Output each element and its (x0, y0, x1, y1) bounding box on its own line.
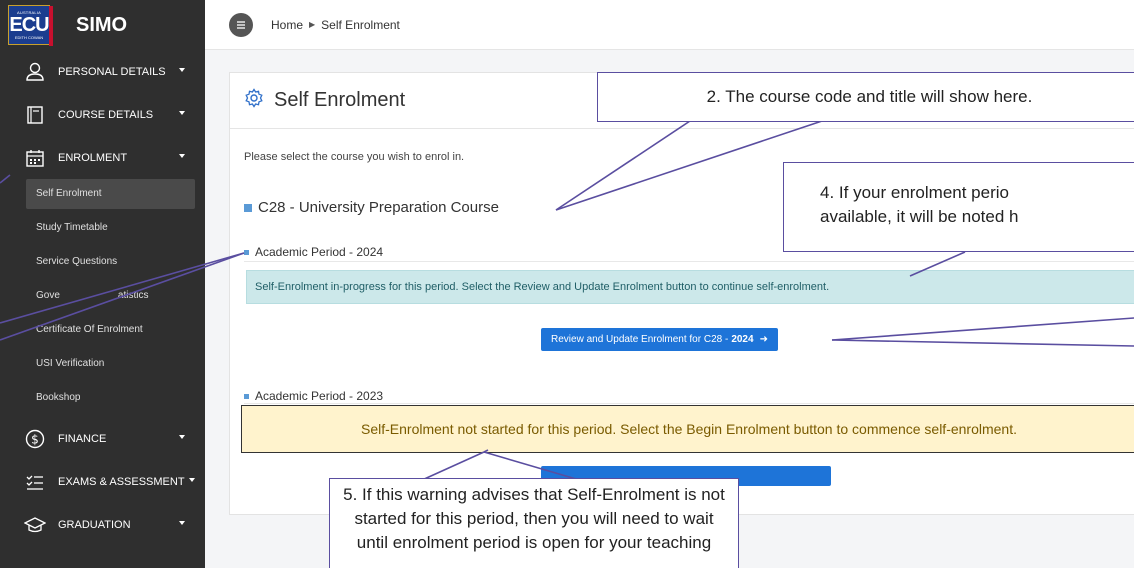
intro-text: Please select the course you wish to enr… (244, 151, 465, 163)
breadcrumb-home[interactable]: Home (271, 18, 303, 32)
graduation-cap-icon (24, 514, 46, 536)
gear-icon (244, 88, 264, 113)
nav-enrolment[interactable]: ENROLMENT (0, 136, 205, 179)
nav-graduation[interactable]: GRADUATION (0, 503, 205, 546)
caret-down-icon (179, 111, 185, 115)
brand-title: SIMO (76, 13, 128, 36)
self-enrolment-card: Self Enrolment Please select the course … (229, 72, 1134, 515)
sidebar-item-government-statistics[interactable]: Gove atistics (0, 281, 205, 311)
nav-label: PERSONAL DETAILS (58, 65, 166, 78)
dollar-icon: $ (24, 428, 46, 450)
nav-finance[interactable]: $ FINANCE (0, 417, 205, 460)
sidebar-item-service-questions[interactable]: Service Questions (0, 247, 205, 277)
breadcrumb-separator-icon: ▶ (309, 20, 316, 29)
caret-down-icon (179, 435, 185, 439)
bullet-square-icon (244, 203, 252, 212)
period-heading-2024: Academic Period - 2024 (244, 245, 383, 259)
page-title: Self Enrolment (274, 89, 406, 111)
ecu-logo: AUSTRALIA ECU EDITH COWAN (8, 5, 53, 46)
nav-label: EXAMS & ASSESSMENT (58, 475, 185, 488)
nav-personal-details[interactable]: PERSONAL DETAILS (0, 50, 205, 93)
course-heading: C28 - University Preparation Course (244, 199, 499, 216)
review-update-enrolment-button[interactable]: Review and Update Enrolment for C28 - 20… (541, 328, 778, 351)
sidebar: AUSTRALIA ECU EDITH COWAN SIMO PERSONAL … (0, 0, 205, 568)
nav-exams[interactable]: EXAMS & ASSESSMENT (0, 460, 205, 503)
sidebar-item-self-enrolment[interactable]: Self Enrolment (26, 179, 195, 209)
callout-warning-advice: 5. If this warning advises that Self-Enr… (329, 478, 739, 568)
period-heading-2023: Academic Period - 2023 (244, 389, 383, 403)
nav-label: COURSE DETAILS (58, 108, 154, 121)
info-alert-2024: Self-Enrolment in-progress for this peri… (246, 270, 1134, 304)
sidebar-item-bookshop[interactable]: Bookshop (0, 383, 205, 413)
person-icon (24, 61, 46, 83)
nav-label: ENROLMENT (58, 151, 128, 164)
nav-label: FINANCE (58, 432, 107, 445)
breadcrumb-current: Self Enrolment (321, 17, 400, 32)
bullet-square-icon (244, 249, 249, 255)
nav-label: GRADUATION (58, 518, 131, 531)
caret-down-icon (179, 521, 185, 525)
arrow-right-icon: ➜ (759, 334, 768, 345)
bullet-square-icon (244, 393, 249, 399)
menu-toggle-button[interactable] (229, 12, 253, 37)
caret-down-icon (189, 478, 195, 482)
sidebar-item-usi-verification[interactable]: USI Verification (0, 349, 205, 379)
sidebar-item-study-timetable[interactable]: Study Timetable (0, 213, 205, 243)
brand: AUSTRALIA ECU EDITH COWAN SIMO (0, 0, 205, 50)
caret-down-icon (179, 68, 185, 72)
checklist-icon (24, 471, 46, 493)
calendar-icon (24, 147, 46, 169)
caret-down-icon (179, 154, 185, 158)
hamburger-icon (237, 20, 245, 29)
book-icon (24, 104, 46, 126)
callout-course-code: 2. The course code and title will show h… (597, 72, 1134, 122)
nav-course-details[interactable]: COURSE DETAILS (0, 93, 205, 136)
warning-alert-2023: Self-Enrolment not started for this peri… (241, 405, 1134, 453)
sidebar-item-certificate[interactable]: Certificate Of Enrolment (0, 315, 205, 345)
svg-text:$: $ (31, 432, 39, 446)
breadcrumb: Home ▶ Self Enrolment (271, 18, 400, 32)
top-bar: Home ▶ Self Enrolment (205, 0, 1134, 50)
callout-enrolment-period: 4. If your enrolment perio available, it… (783, 162, 1134, 252)
